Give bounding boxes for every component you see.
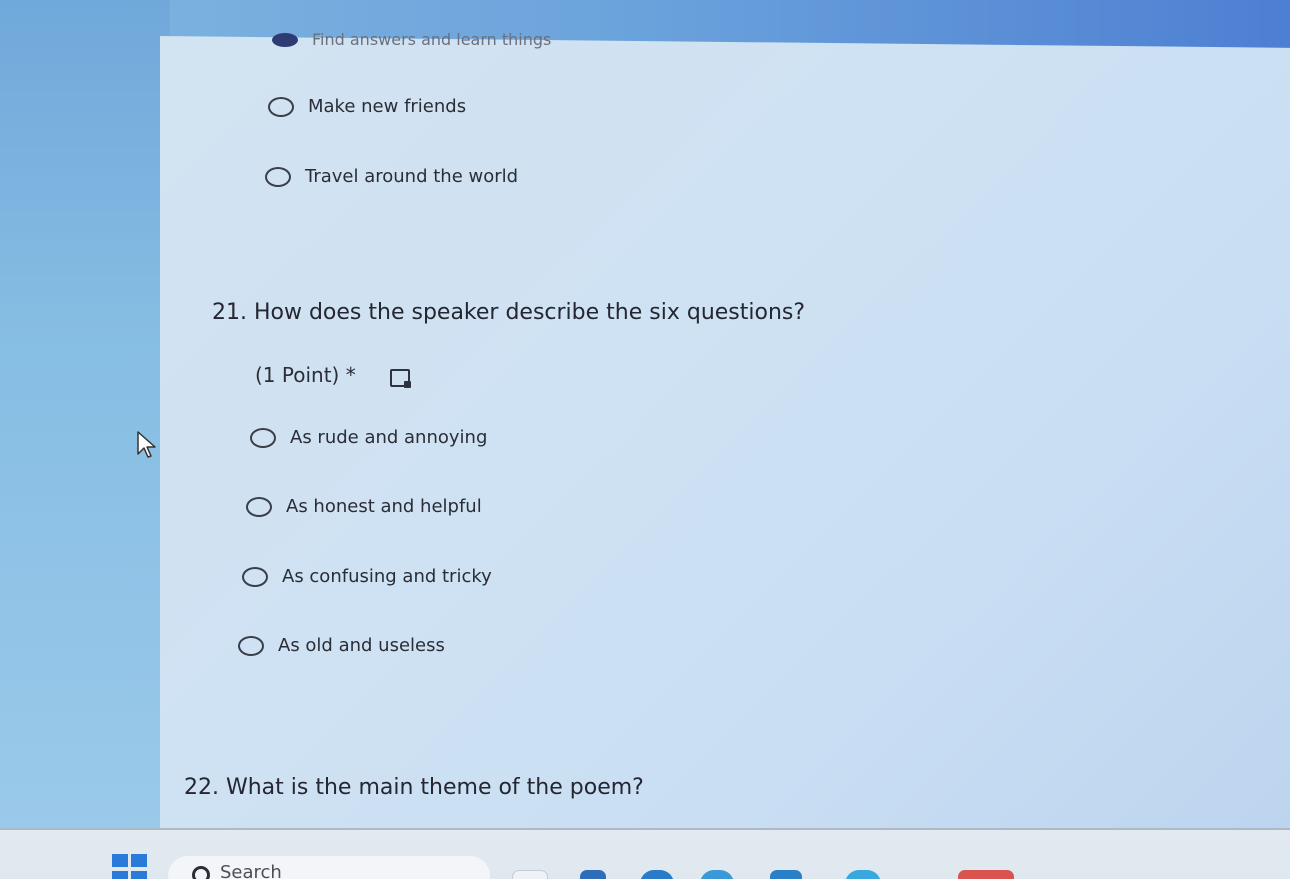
- windows-logo-icon: [131, 854, 147, 867]
- windows-logo-icon: [131, 870, 147, 879]
- question-21-points: (1 Point) *: [255, 363, 356, 387]
- edge-browser-icon[interactable]: [640, 870, 674, 879]
- question-21-title: 21. How does the speaker describe the si…: [212, 300, 806, 325]
- option-label: Make new friends: [308, 96, 467, 117]
- option-travel-around-world[interactable]: Travel around the world: [265, 166, 518, 187]
- option-label: Find answers and learn things: [312, 30, 552, 49]
- windows-logo-icon: [112, 854, 128, 867]
- app-icon[interactable]: [580, 870, 606, 879]
- start-button[interactable]: [112, 854, 148, 879]
- search-icon: [192, 866, 210, 879]
- app-icon[interactable]: [770, 870, 802, 879]
- desktop-background: [0, 0, 170, 830]
- radio-button[interactable]: [246, 496, 272, 517]
- radio-button-selected[interactable]: [272, 32, 298, 47]
- option-make-new-friends[interactable]: Make new friends: [268, 96, 466, 117]
- radio-button[interactable]: [238, 635, 264, 656]
- app-icon[interactable]: [958, 870, 1014, 879]
- app-icon[interactable]: [700, 870, 734, 879]
- taskbar-search-box[interactable]: Search: [168, 856, 490, 879]
- option-label: As rude and annoying: [290, 427, 488, 448]
- option-confusing-tricky[interactable]: As confusing and tricky: [242, 566, 492, 587]
- option-find-answers[interactable]: Find answers and learn things: [272, 30, 551, 49]
- task-view-icon[interactable]: [512, 870, 548, 879]
- taskbar: Search: [0, 828, 1290, 879]
- option-rude-annoying[interactable]: As rude and annoying: [250, 427, 487, 448]
- option-honest-helpful[interactable]: As honest and helpful: [246, 496, 482, 517]
- mouse-pointer-icon: [137, 431, 156, 458]
- option-label: As honest and helpful: [286, 496, 482, 517]
- option-label: As confusing and tricky: [282, 566, 492, 587]
- windows-logo-icon: [112, 870, 128, 879]
- option-label: As old and useless: [278, 635, 445, 656]
- search-placeholder: Search: [220, 862, 282, 879]
- immersive-reader-icon[interactable]: [390, 369, 411, 388]
- option-label: Travel around the world: [305, 166, 519, 187]
- radio-button[interactable]: [250, 427, 276, 448]
- radio-button[interactable]: [268, 96, 294, 117]
- radio-button[interactable]: [265, 166, 291, 187]
- radio-button[interactable]: [242, 566, 268, 587]
- app-icon[interactable]: [845, 870, 881, 879]
- question-22-title: 22. What is the main theme of the poem?: [184, 775, 644, 800]
- option-old-useless[interactable]: As old and useless: [238, 635, 445, 656]
